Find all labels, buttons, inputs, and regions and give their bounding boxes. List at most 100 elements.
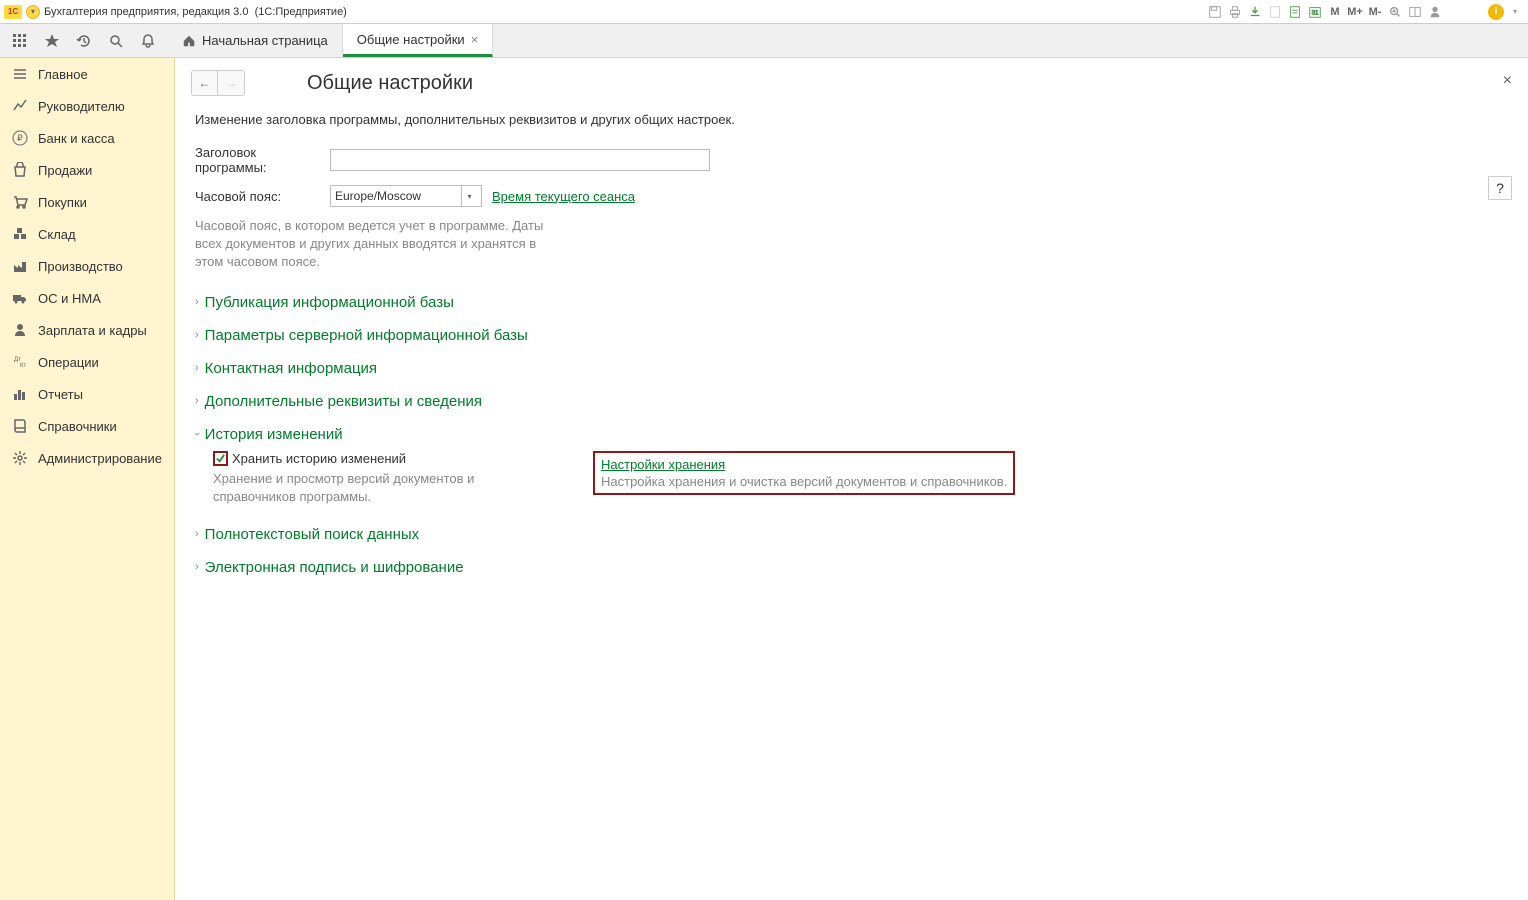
print-icon[interactable] — [1226, 3, 1244, 21]
book-icon — [12, 418, 28, 434]
nav-forward-button[interactable]: → — [218, 71, 244, 95]
calendar-icon[interactable]: 31 — [1306, 3, 1324, 21]
ruble-icon: ₽ — [12, 130, 28, 146]
chevron-right-icon: › — [195, 561, 199, 573]
sidebar-item-label: Администрирование — [38, 451, 162, 466]
section-publication[interactable]: › Публикация информационной базы — [195, 290, 1508, 315]
check-icon — [215, 453, 226, 464]
svg-text:31: 31 — [1312, 9, 1319, 16]
page-description: Изменение заголовка программы, дополните… — [195, 112, 1508, 127]
logo-1c-icon: 1С — [4, 5, 22, 19]
sidebar-item-hr[interactable]: Зарплата и кадры — [0, 314, 174, 346]
bar-chart-icon — [12, 386, 28, 402]
operations-icon: ДтКт — [12, 354, 28, 370]
zoom-icon[interactable] — [1386, 3, 1404, 21]
home-icon — [182, 34, 196, 48]
sidebar-item-admin[interactable]: Администрирование — [0, 442, 174, 474]
gear-icon — [12, 450, 28, 466]
sidebar: Главное Руководителю ₽ Банк и касса Прода… — [0, 58, 175, 900]
memory-m-plus[interactable]: М+ — [1346, 3, 1364, 21]
sidebar-item-sales[interactable]: Продажи — [0, 154, 174, 186]
sidebar-item-label: ОС и НМА — [38, 291, 101, 306]
download-icon[interactable] — [1246, 3, 1264, 21]
memory-m-minus[interactable]: М- — [1366, 3, 1384, 21]
boxes-icon — [12, 226, 28, 242]
calculator-icon[interactable] — [1286, 3, 1304, 21]
save-icon[interactable] — [1206, 3, 1224, 21]
tab-close-icon[interactable]: × — [471, 32, 479, 47]
timezone-hint: Часовой пояс, в котором ведется учет в п… — [195, 217, 565, 272]
page-title: Общие настройки — [307, 72, 473, 95]
sidebar-item-main[interactable]: Главное — [0, 58, 174, 90]
tab-home-label: Начальная страница — [202, 33, 328, 48]
sidebar-item-label: Склад — [38, 227, 76, 242]
chevron-right-icon: › — [195, 362, 199, 374]
panel-icon[interactable] — [1406, 3, 1424, 21]
sidebar-item-warehouse[interactable]: Склад — [0, 218, 174, 250]
program-title-label: Заголовок программы: — [195, 145, 330, 175]
chevron-right-icon: › — [195, 528, 199, 540]
timezone-label: Часовой пояс: — [195, 189, 330, 204]
sidebar-item-bank[interactable]: ₽ Банк и касса — [0, 122, 174, 154]
sidebar-item-purchases[interactable]: Покупки — [0, 186, 174, 218]
timezone-select[interactable]: Europe/Moscow ▾ — [330, 185, 482, 207]
sidebar-item-operations[interactable]: ДтКтОперации — [0, 346, 174, 378]
chevron-right-icon: › — [195, 395, 199, 407]
sidebar-item-manager[interactable]: Руководителю — [0, 90, 174, 122]
timezone-value: Europe/Moscow — [335, 189, 421, 203]
section-title: Электронная подпись и шифрование — [205, 559, 464, 576]
section-server-params[interactable]: › Параметры серверной информационной баз… — [195, 323, 1508, 348]
chart-line-icon — [12, 98, 28, 114]
close-button[interactable]: × — [1503, 72, 1512, 90]
history-checkbox[interactable] — [213, 451, 228, 466]
sidebar-item-label: Продажи — [38, 163, 92, 178]
menu-icon — [12, 66, 28, 82]
section-fulltext[interactable]: › Полнотекстовый поиск данных — [195, 522, 1508, 547]
content-area: ← → Общие настройки × ? Изменение заголо… — [175, 58, 1528, 900]
apps-icon[interactable] — [4, 24, 36, 58]
sidebar-item-directories[interactable]: Справочники — [0, 410, 174, 442]
bell-icon[interactable] — [132, 24, 164, 58]
chevron-right-icon: › — [195, 329, 199, 341]
chevron-right-icon: › — [195, 296, 199, 308]
truck-icon — [12, 290, 28, 306]
storage-settings-box: Настройки хранения Настройка хранения и … — [593, 451, 1015, 495]
memory-m[interactable]: М — [1326, 3, 1344, 21]
chevron-down-icon: › — [191, 432, 203, 436]
tab-settings[interactable]: Общие настройки × — [343, 24, 494, 57]
history-icon[interactable] — [68, 24, 100, 58]
section-title: Публикация информационной базы — [205, 294, 454, 311]
nav-back-button[interactable]: ← — [192, 71, 218, 95]
app-menu-dropdown[interactable]: ▾ — [26, 5, 40, 19]
section-history[interactable]: › История изменений — [195, 422, 1508, 447]
storage-settings-desc: Настройка хранения и очистка версий доку… — [601, 474, 1007, 489]
checkbox-label: Хранить историю изменений — [232, 451, 406, 466]
section-title: Параметры серверной информационной базы — [205, 327, 528, 344]
search-icon[interactable] — [100, 24, 132, 58]
sidebar-item-label: Справочники — [38, 419, 117, 434]
user-icon[interactable] — [1426, 3, 1444, 21]
svg-text:Кт: Кт — [20, 363, 26, 369]
tab-home[interactable]: Начальная страница — [168, 24, 343, 57]
section-contact-info[interactable]: › Контактная информация — [195, 356, 1508, 381]
help-button[interactable]: ? — [1488, 176, 1512, 200]
tab-bar: Начальная страница Общие настройки × — [0, 24, 1528, 58]
program-title-input[interactable] — [330, 149, 710, 171]
session-time-link[interactable]: Время текущего сеанса — [492, 189, 635, 204]
star-icon[interactable] — [36, 24, 68, 58]
sidebar-item-assets[interactable]: ОС и НМА — [0, 282, 174, 314]
sidebar-item-label: Покупки — [38, 195, 87, 210]
sidebar-item-label: Отчеты — [38, 387, 83, 402]
sidebar-item-production[interactable]: Производство — [0, 250, 174, 282]
sidebar-item-reports[interactable]: Отчеты — [0, 378, 174, 410]
info-dropdown[interactable]: ▾ — [1506, 3, 1524, 21]
info-icon[interactable]: i — [1488, 4, 1504, 20]
section-additional-req[interactable]: › Дополнительные реквизиты и сведения — [195, 389, 1508, 414]
sidebar-item-label: Главное — [38, 67, 88, 82]
section-signature[interactable]: › Электронная подпись и шифрование — [195, 555, 1508, 580]
sidebar-item-label: Банк и касса — [38, 131, 115, 146]
sidebar-item-label: Руководителю — [38, 99, 125, 114]
document-icon[interactable] — [1266, 3, 1284, 21]
storage-settings-link[interactable]: Настройки хранения — [601, 457, 725, 472]
chevron-down-icon: ▾ — [461, 186, 477, 206]
